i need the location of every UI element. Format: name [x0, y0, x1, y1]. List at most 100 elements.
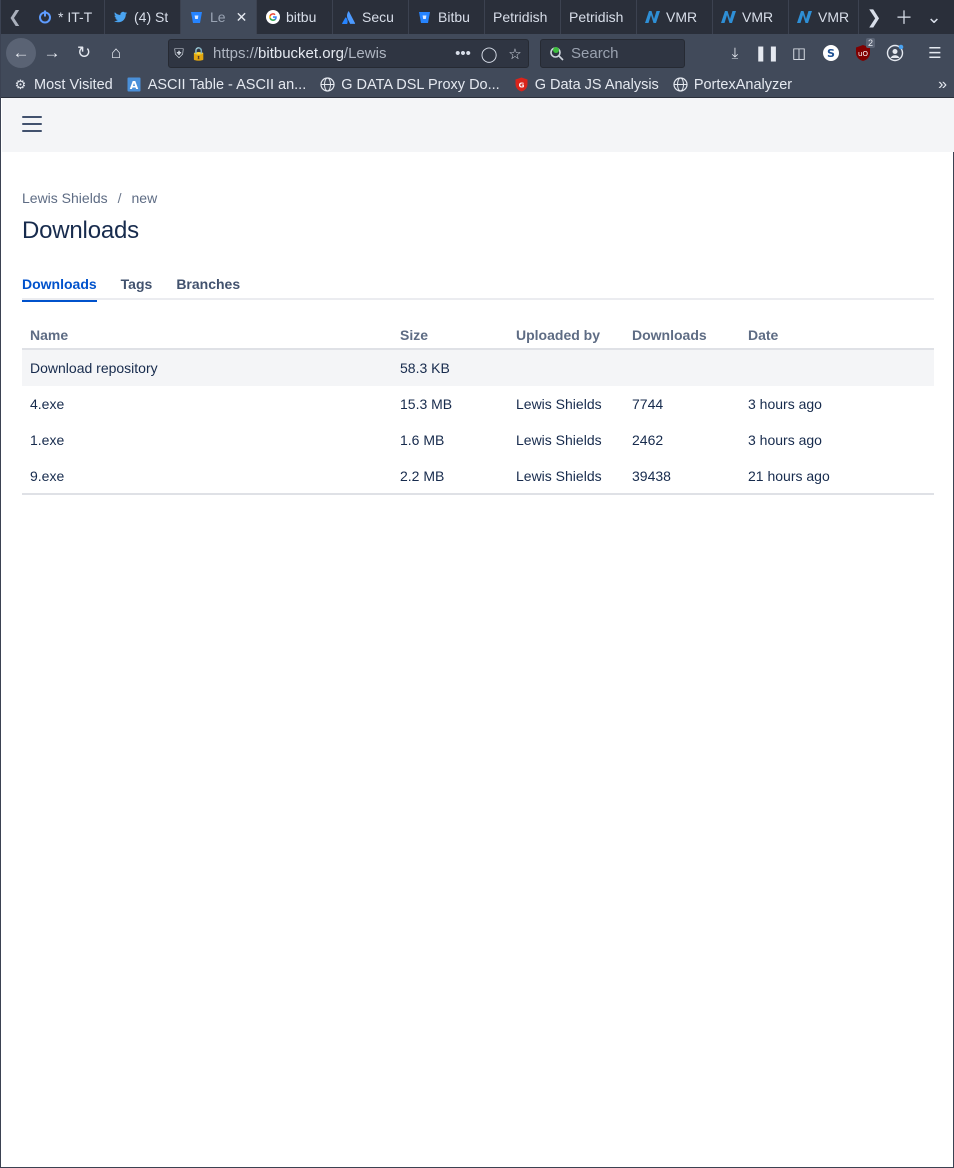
browser-tab[interactable]: bitbu [257, 0, 333, 34]
table-row: 1.exe 1.6 MB Lewis Shields 2462 3 hours … [22, 422, 934, 458]
extension-s-icon[interactable]: S [817, 39, 845, 67]
browser-tab[interactable]: Petridish [485, 0, 561, 34]
breadcrumb-repo-link[interactable]: new [132, 190, 158, 206]
file-size: 2.2 MB [392, 458, 508, 495]
search-placeholder: Search [571, 45, 619, 62]
tab-branches[interactable]: Branches [176, 276, 240, 300]
table-row: Download repository 58.3 KB [22, 349, 934, 386]
file-size: 15.3 MB [400, 396, 453, 412]
uploaded-by[interactable]: Lewis Shields [508, 422, 624, 458]
download-count [624, 349, 740, 386]
twitter-icon [113, 10, 128, 25]
breadcrumb: Lewis Shields / new [22, 190, 934, 206]
close-tab-icon[interactable]: ✕ [236, 9, 248, 26]
uploaded-by[interactable]: Lewis Shields [508, 386, 624, 422]
downloads-table: Name Size Uploaded by Downloads Date Dow… [22, 322, 934, 495]
file-link[interactable]: 4.exe [22, 386, 392, 422]
table-header-row: Name Size Uploaded by Downloads Date [22, 322, 934, 350]
tab-strip: ❮ * IT-T (4) St Le ✕ bitbu Secu Bitbu Pe… [1, 0, 954, 34]
svg-text:S: S [827, 47, 835, 60]
navigation-toolbar: ← → ↻ ⌂ ⛨ 🔒 https://bitbucket.org/Lewis … [1, 34, 954, 72]
url-text[interactable]: https://bitbucket.org/Lewis [209, 45, 450, 62]
vmray-icon [797, 10, 812, 25]
globe-icon [673, 77, 688, 92]
downloads-tabs: Downloads Tags Branches [22, 276, 934, 302]
browser-tab[interactable]: VMR [789, 0, 859, 34]
table-row: 4.exe 15.3 MB Lewis Shields 7744 3 hours… [22, 386, 934, 422]
ublock-icon[interactable]: uO 2 [849, 38, 877, 67]
tab-downloads[interactable]: Downloads [22, 276, 97, 302]
power-icon [37, 10, 52, 25]
lock-icon[interactable]: 🔒 [189, 46, 209, 62]
uploaded-by [508, 349, 624, 386]
file-link[interactable]: 9.exe [22, 458, 392, 495]
ublock-count-badge: 2 [865, 38, 875, 48]
browser-tab[interactable]: VMR [637, 0, 713, 34]
file-size: 1.6 MB [400, 432, 445, 448]
app-header [2, 98, 954, 152]
browser-tab[interactable]: Bitbu [409, 0, 485, 34]
downloads-icon[interactable]: ⤓ [721, 39, 749, 67]
tab-tags[interactable]: Tags [121, 276, 153, 300]
download-count: 2462 [632, 432, 664, 448]
vmray-icon [645, 10, 660, 25]
sidebar-icon[interactable]: ◫ [785, 39, 813, 67]
bookmark-gdata-js-analysis[interactable]: G G Data JS Analysis [514, 77, 659, 93]
url-bar[interactable]: ⛨ 🔒 https://bitbucket.org/Lewis ••• ◯ ☆ [168, 39, 529, 68]
search-icon [549, 46, 565, 62]
main-content: Lewis Shields / new Downloads Downloads … [22, 152, 934, 495]
column-header-downloads[interactable]: Downloads [624, 322, 740, 350]
bookmark-most-visited[interactable]: ⚙ Most Visited [13, 77, 113, 93]
breadcrumb-separator: / [117, 190, 122, 206]
bookmarks-overflow-icon[interactable]: » [938, 76, 947, 94]
back-button[interactable]: ← [6, 38, 36, 68]
svg-text:G: G [518, 82, 524, 90]
column-header-uploaded-by[interactable]: Uploaded by [508, 322, 624, 350]
page-actions-icon[interactable]: ••• [450, 45, 476, 62]
browser-tab[interactable]: Petridish [561, 0, 637, 34]
shield-icon: G [514, 77, 529, 92]
file-size: 58.3 KB [392, 349, 508, 386]
bitbucket-icon [189, 10, 204, 25]
pocket-icon[interactable]: ◯ [476, 45, 502, 63]
search-bar[interactable]: Search [540, 39, 685, 68]
tab-scroll-right-button[interactable]: ❯ [859, 0, 889, 34]
reload-button[interactable]: ↻ [68, 37, 100, 69]
breadcrumb-owner-link[interactable]: Lewis Shields [22, 190, 108, 206]
page-title: Downloads [22, 217, 139, 244]
column-header-name[interactable]: Name [22, 322, 392, 350]
file-link[interactable]: 1.exe [22, 422, 392, 458]
column-header-date[interactable]: Date [740, 322, 934, 350]
browser-tab[interactable]: * IT-T [29, 0, 105, 34]
browser-tab-active[interactable]: Le ✕ [181, 0, 257, 34]
tracking-shield-icon[interactable]: ⛨ [169, 46, 189, 62]
toolbar-right: ⤓ ❚❚ ◫ S uO 2 ☰ [721, 37, 949, 69]
list-all-tabs-button[interactable]: ⌄ [919, 0, 949, 34]
library-icon[interactable]: ❚❚ [753, 39, 781, 67]
table-row: 9.exe 2.2 MB Lewis Shields 39438 21 hour… [22, 458, 934, 495]
new-tab-button[interactable]: ＋ [889, 0, 919, 34]
bitbucket-icon [417, 10, 432, 25]
upload-date [740, 349, 934, 386]
upload-date: 21 hours ago [740, 458, 934, 495]
bookmark-ascii-table[interactable]: A ASCII Table - ASCII an... [127, 77, 306, 93]
tab-scroll-left-button[interactable]: ❮ [1, 0, 29, 34]
hamburger-menu-icon[interactable] [22, 116, 42, 132]
vmray-icon [721, 10, 736, 25]
browser-tab[interactable]: (4) St [105, 0, 181, 34]
download-count: 7744 [632, 396, 664, 412]
app-menu-icon[interactable]: ☰ [921, 39, 949, 67]
browser-tab[interactable]: Secu [333, 0, 409, 34]
download-repository-link[interactable]: Download repository [22, 349, 392, 386]
column-header-size[interactable]: Size [392, 322, 508, 350]
uploaded-by[interactable]: Lewis Shields [508, 458, 624, 495]
forward-button[interactable]: → [36, 37, 68, 69]
ascii-icon: A [127, 77, 142, 92]
gear-icon: ⚙ [14, 76, 27, 92]
account-icon[interactable] [881, 39, 909, 67]
browser-tab[interactable]: VMR [713, 0, 789, 34]
bookmark-gdata-dsl-proxy[interactable]: G DATA DSL Proxy Do... [320, 77, 500, 93]
bookmark-star-icon[interactable]: ☆ [502, 45, 528, 63]
home-button[interactable]: ⌂ [100, 37, 132, 69]
bookmark-portexanalyzer[interactable]: PortexAnalyzer [673, 77, 792, 93]
